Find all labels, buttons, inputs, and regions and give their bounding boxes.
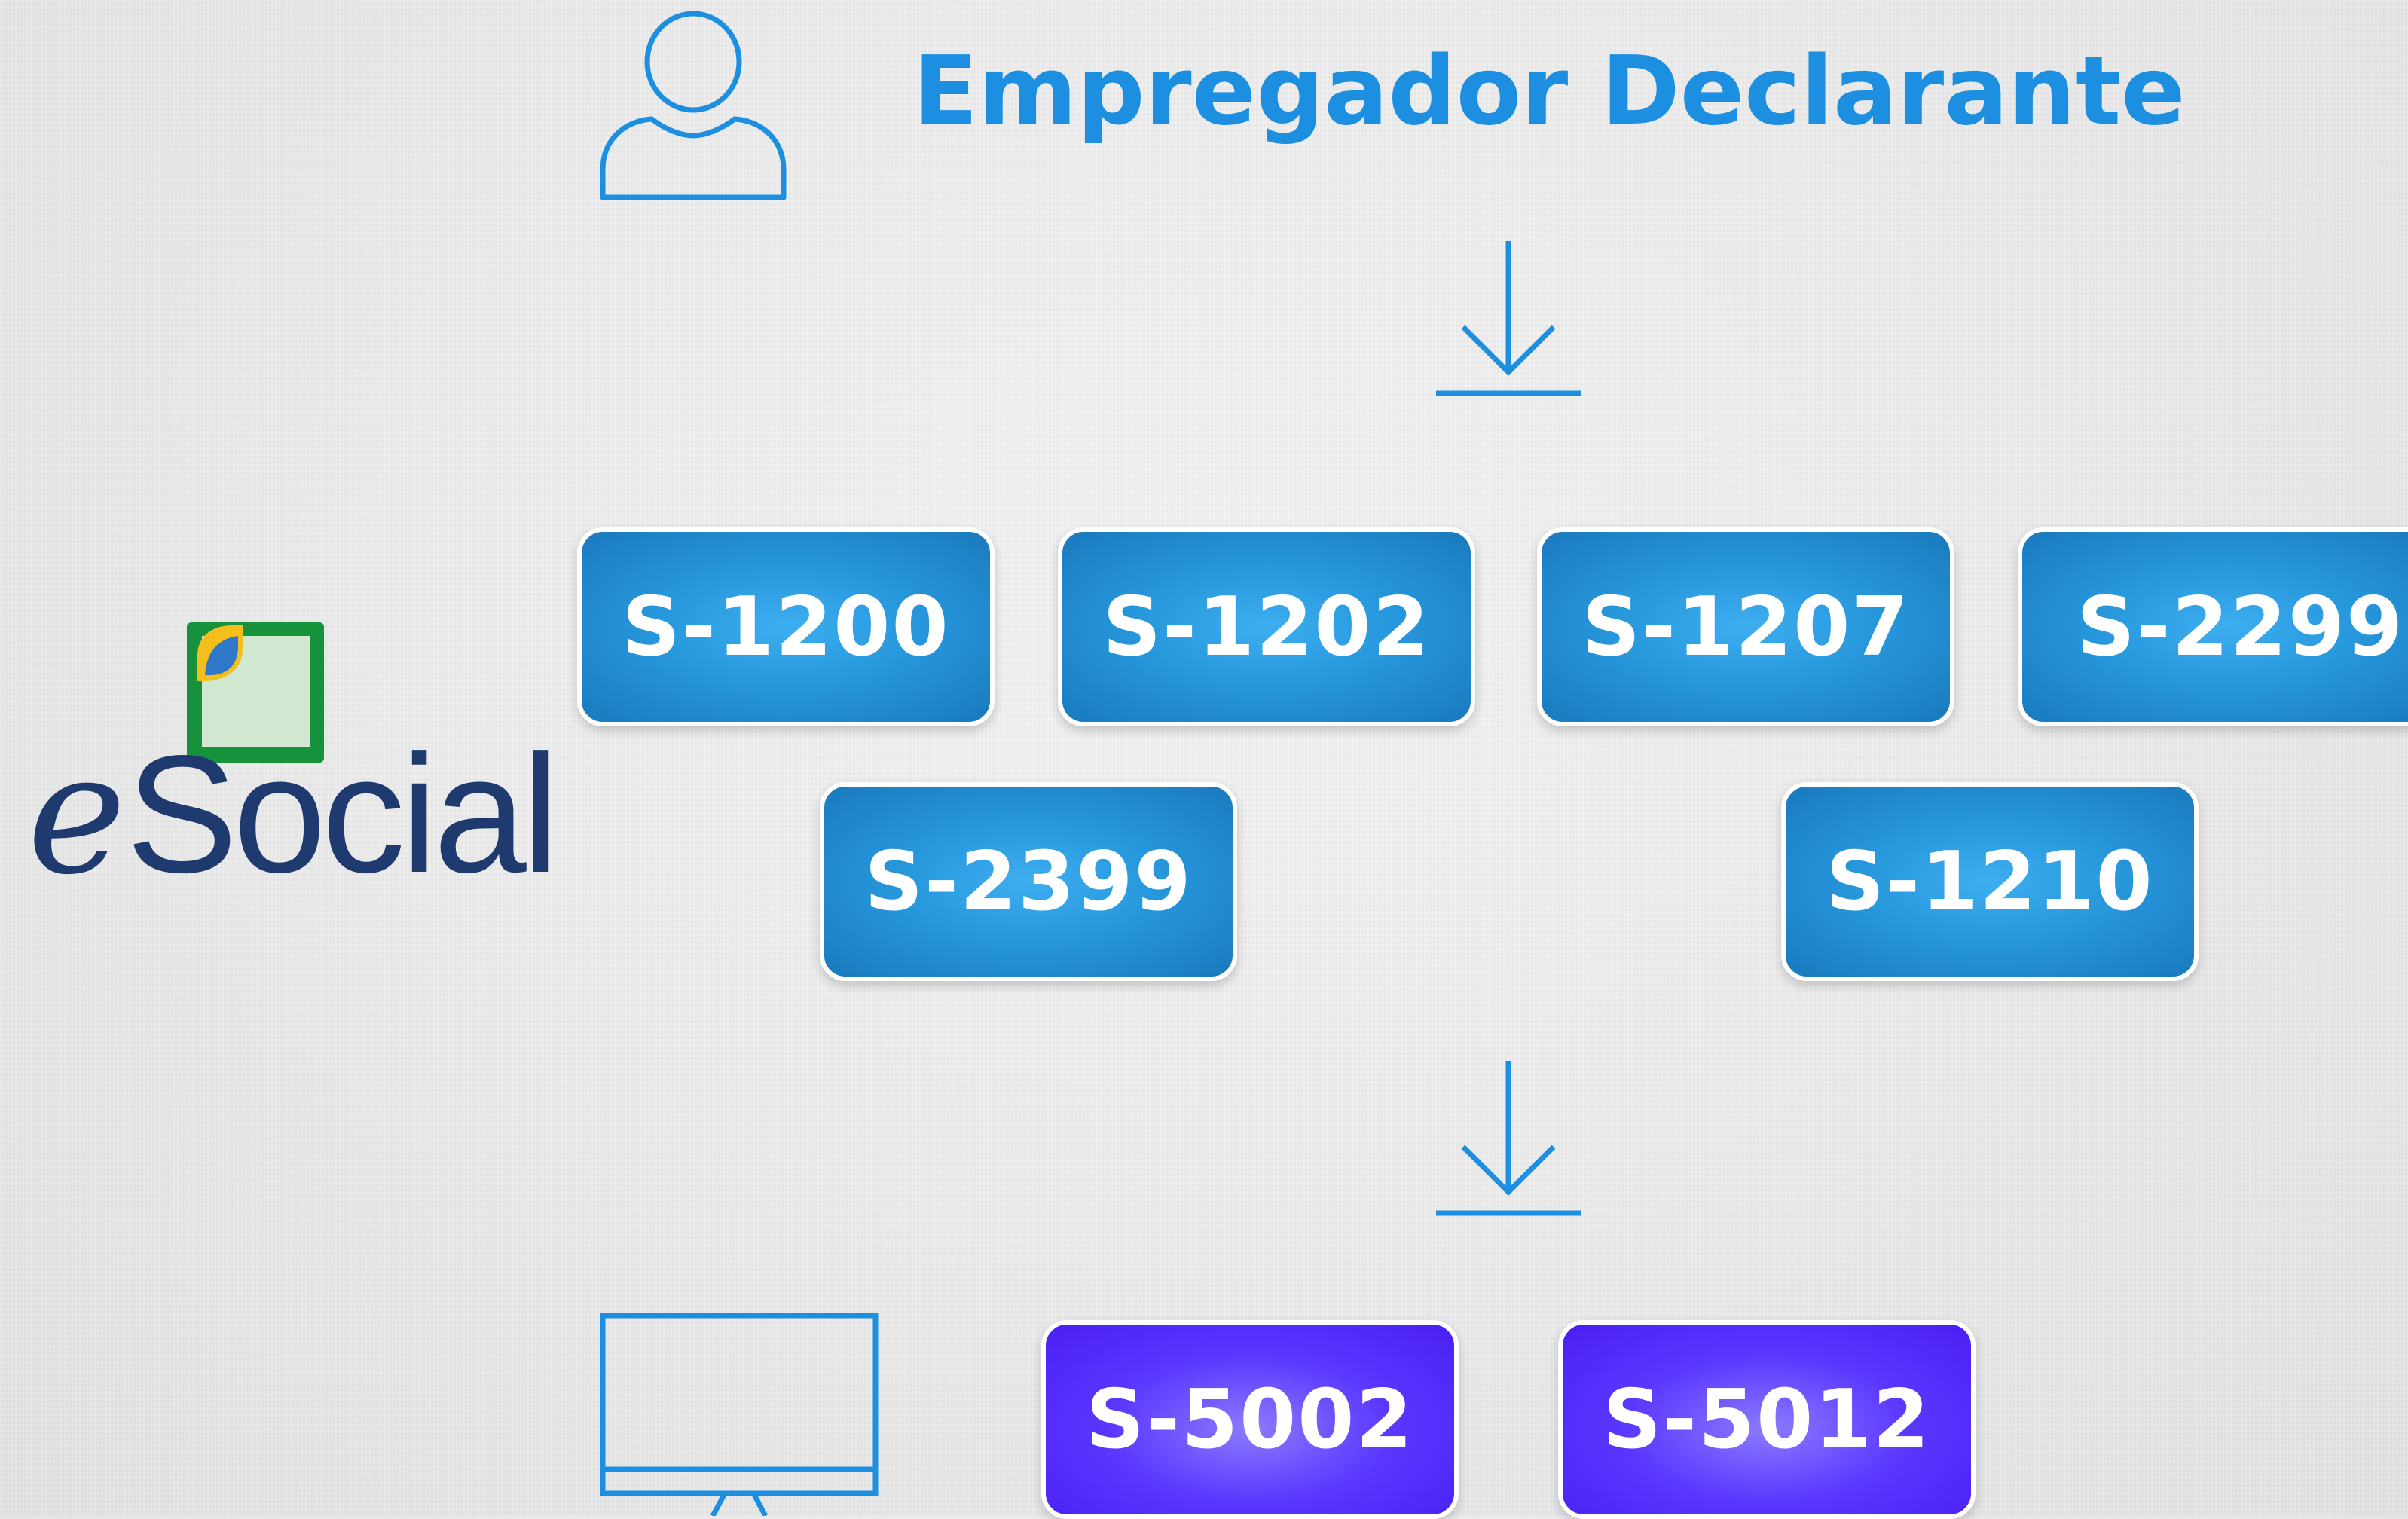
user-icon <box>600 11 787 200</box>
page-title: Empregador Declarante <box>913 35 2186 146</box>
event-box: S-2299 <box>2018 527 2408 726</box>
esocial-logo-text: eSocial <box>27 731 559 898</box>
event-box: S-1200 <box>577 527 995 726</box>
event-box: S-2399 <box>820 782 1237 981</box>
monitor-icon <box>600 1313 879 1516</box>
event-box: S-1202 <box>1058 527 1475 726</box>
arrow-down-icon <box>1436 241 1581 396</box>
logo-text-suffix: Social <box>126 721 559 908</box>
event-box: S-5002 <box>1041 1320 1459 1519</box>
event-box: S-1210 <box>1781 782 2199 981</box>
arrow-down-icon <box>1436 1061 1581 1216</box>
diagram-canvas: Empregador Declarante eSocial S-1200 S-1… <box>0 0 2408 1519</box>
event-box: S-1207 <box>1537 527 1954 726</box>
logo-text-prefix: e <box>27 717 127 912</box>
event-box: S-5012 <box>1558 1320 1976 1519</box>
